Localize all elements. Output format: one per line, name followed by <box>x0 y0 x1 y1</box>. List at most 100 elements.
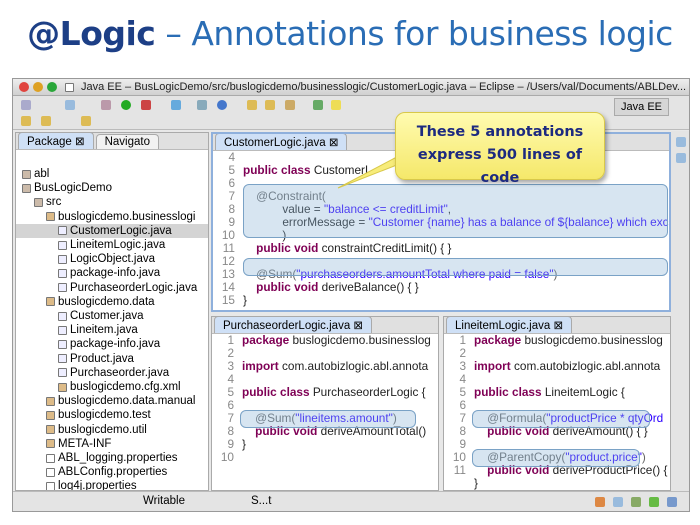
tree-item[interactable]: package-info.java <box>16 337 208 351</box>
tree-node-icon <box>34 198 43 207</box>
open-type-icon[interactable] <box>247 100 257 110</box>
tab-customer-logic[interactable]: CustomerLogic.java ⊠ <box>215 134 348 150</box>
console-icon[interactable] <box>613 497 623 507</box>
tree-item-label: buslogicdemo.test <box>58 409 151 422</box>
code-token: package <box>474 333 525 347</box>
new-server-icon[interactable] <box>171 100 181 110</box>
code-token: public void <box>243 280 322 294</box>
code-token: public class <box>474 385 545 399</box>
tree-item[interactable]: buslogicdemo.cfg.xml <box>16 380 208 394</box>
tab-package[interactable]: Package ⊠ <box>18 133 94 149</box>
snippets-icon[interactable] <box>667 497 677 507</box>
project-tree: abl BusLogicDemo src buslogicdemo.businessl… <box>16 150 208 490</box>
open-folder-icon[interactable] <box>265 100 275 110</box>
tree-node-icon <box>58 254 67 264</box>
web-browser-icon[interactable] <box>217 100 227 110</box>
perspective-java-ee[interactable]: Java EE <box>614 98 669 116</box>
slide-title: @Logic – Annotations for business logic <box>0 14 700 53</box>
tab-navigator[interactable]: Navigato <box>95 134 159 149</box>
run-icon[interactable] <box>121 100 131 110</box>
servers-icon[interactable] <box>595 497 605 507</box>
tree-item[interactable]: Customer.java <box>16 309 208 323</box>
code-line: 9} <box>212 438 438 451</box>
code-area[interactable]: 1 package buslogicdemo.businesslog 2 3 impor… <box>212 334 438 464</box>
search-icon[interactable] <box>285 100 295 110</box>
tree-item[interactable]: buslogicdemo.data.manual <box>16 394 208 408</box>
tree-item[interactable]: abl <box>16 167 208 181</box>
tree-node-icon <box>58 325 67 335</box>
tree-item[interactable]: LogicObject.java <box>16 252 208 266</box>
new-class-icon[interactable] <box>197 100 207 110</box>
tree-item[interactable]: buslogicdemo.util <box>16 423 208 437</box>
insert-mode-status: S...t <box>251 495 272 507</box>
code-token: } <box>474 476 478 490</box>
code-token: buslogicdemo.businesslog <box>292 333 431 347</box>
title-rest: – Annotations for business logic <box>155 14 673 53</box>
tree-node-icon <box>46 482 55 490</box>
code-line: 1 package buslogicdemo.businesslog <box>212 334 438 347</box>
debug-icon[interactable] <box>101 100 111 110</box>
tab-purchaseorder-logic[interactable]: PurchaseorderLogic.java ⊠ <box>214 317 373 333</box>
tree-item[interactable]: package-info.java <box>16 266 208 280</box>
next-annotation-icon[interactable] <box>21 116 31 126</box>
annotation-icon[interactable] <box>313 100 323 110</box>
zoom-window-button[interactable] <box>47 82 57 92</box>
tree-node-icon <box>58 340 67 350</box>
tree-item-label: LineitemLogic.java <box>70 239 166 252</box>
minimize-window-button[interactable] <box>33 82 43 92</box>
status-bar: Writable S...t <box>13 491 689 511</box>
highlight-icon[interactable] <box>331 100 341 110</box>
tree-item-label: package-info.java <box>70 338 161 351</box>
code-token: } <box>243 293 247 307</box>
code-line: 5 public class PurchaseorderLogic { <box>212 386 438 399</box>
tree-node-icon <box>58 382 67 392</box>
tree-item-label: abl <box>34 168 50 180</box>
task-list-icon[interactable] <box>676 153 686 163</box>
tree-item[interactable]: BusLogicDemo <box>16 181 208 195</box>
title-bar: Java EE – BusLogicDemo/src/buslogicdemo/… <box>13 79 689 96</box>
tree-node-icon <box>46 467 55 477</box>
code-token: LineitemLogic { <box>544 385 625 399</box>
tree-item[interactable]: META-INF <box>16 437 208 451</box>
tree-item-label: PurchaseorderLogic.java <box>70 281 198 294</box>
code-token: PurchaseorderLogic { <box>312 385 426 399</box>
tree-item[interactable]: Purchaseorder.java <box>16 366 208 380</box>
tree-item-label: buslogicdemo.businesslogi <box>58 210 196 223</box>
tree-item-label: buslogicdemo.cfg.xml <box>70 381 181 394</box>
tree-item[interactable]: LineitemLogic.java <box>16 238 208 252</box>
data-source-icon[interactable] <box>649 497 659 507</box>
tree-item[interactable]: log4j.properties <box>16 479 208 490</box>
external-tools-icon[interactable] <box>141 100 151 110</box>
tree-item[interactable]: CustomerLogic.java <box>16 223 208 239</box>
tree-item[interactable]: buslogicdemo.data <box>16 295 208 309</box>
tree-node-icon <box>46 439 55 449</box>
editor-lineitem-logic: LineitemLogic.java ⊠ 1 package buslogicde… <box>443 316 671 491</box>
code-token: } <box>242 437 246 451</box>
tree-item[interactable]: Lineitem.java <box>16 323 208 337</box>
prev-annotation-icon[interactable] <box>41 116 51 126</box>
tree-item-label: ABL_logging.properties <box>58 452 178 465</box>
problems-icon[interactable] <box>631 497 641 507</box>
code-line: 11 public void constraintCreditLimit() {… <box>213 242 669 255</box>
tab-lineitem-logic[interactable]: LineitemLogic.java ⊠ <box>446 317 573 333</box>
code-line: 5 public class LineitemLogic { <box>444 386 670 399</box>
tree-item[interactable]: Product.java <box>16 352 208 366</box>
code-token: import <box>474 359 514 373</box>
tree-item-label: BusLogicDemo <box>34 182 112 195</box>
tree-item[interactable]: buslogicdemo.test <box>16 408 208 422</box>
tree-item[interactable]: buslogicdemo.businesslogi <box>16 210 208 224</box>
back-arrow-icon[interactable] <box>81 116 91 126</box>
callout-line-2: express 500 lines of code <box>417 147 583 186</box>
tree-item[interactable]: src <box>16 195 208 209</box>
tree-node-icon <box>58 311 67 321</box>
outline-icon[interactable] <box>676 137 686 147</box>
tree-node-icon <box>58 283 67 293</box>
close-window-button[interactable] <box>19 82 29 92</box>
tree-item[interactable]: ABL_logging.properties <box>16 451 208 465</box>
print-icon[interactable] <box>65 100 75 110</box>
tree-item[interactable]: PurchaseorderLogic.java <box>16 281 208 295</box>
code-token: deriveBalance() { } <box>321 280 419 294</box>
new-icon[interactable] <box>21 100 31 110</box>
tree-node-icon <box>46 212 55 222</box>
tree-item[interactable]: ABLConfig.properties <box>16 465 208 479</box>
